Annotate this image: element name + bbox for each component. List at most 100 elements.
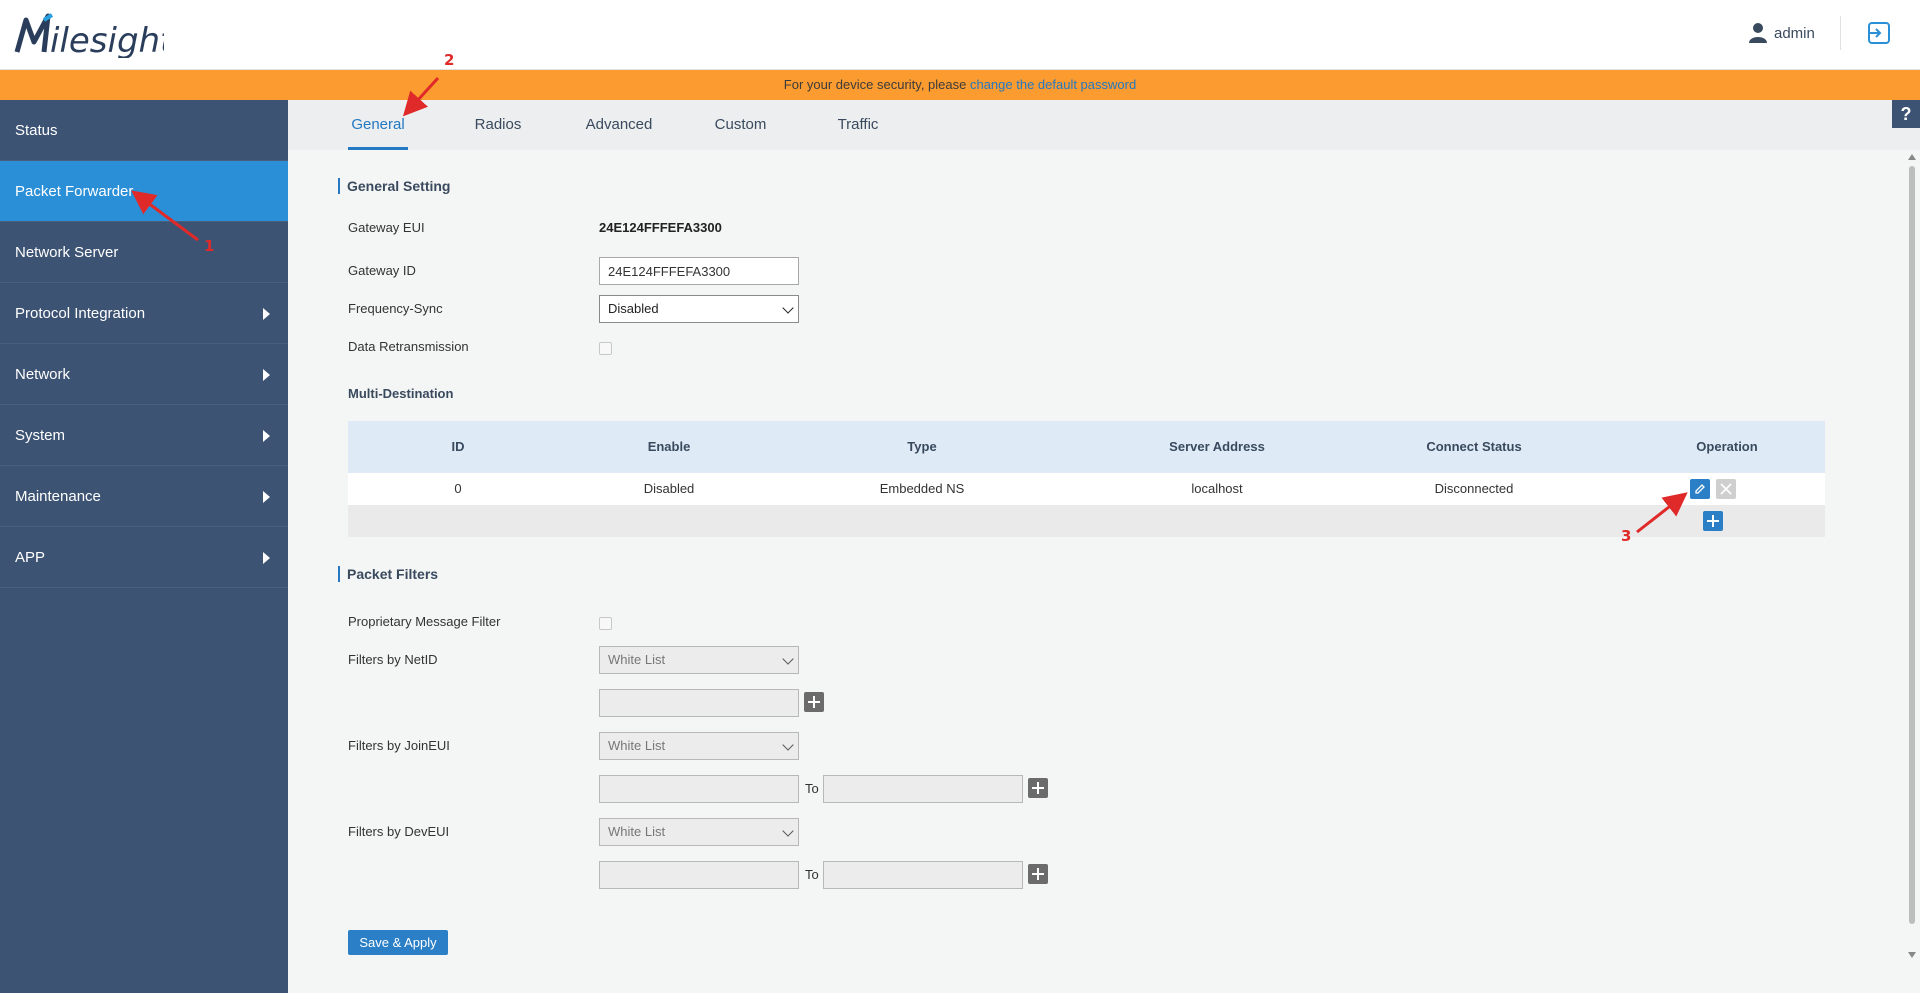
data-retransmission-label: Data Retransmission [348,339,469,354]
column-header-server-address: Server Address [1169,439,1265,454]
security-banner: For your device security, please change … [0,70,1920,100]
banner-text: For your device security, please [783,77,970,92]
column-header-type: Type [907,439,937,454]
close-icon [1720,483,1732,495]
sidebar-item-maintenance[interactable]: Maintenance [0,466,288,527]
add-destination-button[interactable] [1703,511,1723,531]
milesight-logo[interactable]: ilesight [14,8,164,62]
cell-id: 0 [454,481,462,496]
caret-right-icon [263,552,270,564]
sidebar-item-label: APP [15,549,46,566]
chevron-down-icon [782,302,794,314]
table-row: 0 Disabled Embedded NS localhost Disconn… [348,473,1825,505]
change-password-link[interactable]: change the default password [970,77,1136,92]
caret-right-icon [263,430,270,442]
delete-button[interactable] [1716,479,1736,499]
gateway-eui-value: 24E124FFFEFA3300 [599,220,722,235]
chevron-down-icon [782,739,794,751]
main-content [288,150,1904,993]
joineui-to-label: To [805,781,819,796]
help-button[interactable]: ? [1892,100,1920,128]
sidebar-item-label: Status [15,122,58,139]
chevron-down-icon [782,653,794,665]
scroll-up-icon[interactable] [1908,154,1916,160]
proprietary-filter-label: Proprietary Message Filter [348,614,501,629]
gateway-id-input[interactable] [599,257,799,285]
cell-connect-status: Disconnected [1434,481,1514,496]
pencil-icon [1695,484,1705,494]
sidebar-item-status[interactable]: Status [0,100,288,161]
table-header: ID Enable Type Server Address Connect St… [348,421,1825,473]
cell-server-address: localhost [1191,481,1243,496]
add-deveui-button[interactable] [1028,864,1048,884]
sidebar-item-system[interactable]: System [0,405,288,466]
tab-general[interactable]: General [348,100,408,150]
frequency-sync-label: Frequency-Sync [348,301,443,316]
sidebar-item-packet-forwarder[interactable]: Packet Forwarder [0,161,288,222]
deveui-from-input[interactable] [599,861,799,889]
sidebar-item-label: Protocol Integration [15,305,146,322]
packet-filters-title: Packet Filters [338,566,438,582]
joineui-to-input[interactable] [823,775,1023,803]
annotation-number-1: 1 [204,237,215,255]
sidebar-item-label: System [15,427,66,444]
gateway-id-label: Gateway ID [348,263,416,278]
cell-type: Embedded NS [879,481,965,496]
deveui-to-label: To [805,867,819,882]
sidebar-item-label: Packet Forwarder [15,183,134,200]
column-header-operation: Operation [1696,439,1758,454]
tab-bar: General Radios Advanced Custom Traffic [288,100,1920,150]
user-name: admin [1774,24,1815,42]
chevron-down-icon [782,825,794,837]
caret-right-icon [263,491,270,503]
annotation-number-3: 3 [1621,527,1632,545]
sidebar-item-network-server[interactable]: Network Server [0,222,288,283]
column-header-id: ID [451,439,465,454]
sidebar-item-label: Maintenance [15,488,101,505]
add-joineui-button[interactable] [1028,778,1048,798]
caret-right-icon [263,369,270,381]
deveui-to-input[interactable] [823,861,1023,889]
data-retransmission-checkbox[interactable] [599,342,612,355]
gateway-eui-label: Gateway EUI [348,220,425,235]
scroll-down-icon[interactable] [1908,952,1916,958]
netid-filter-label: Filters by NetID [348,652,438,667]
user-icon [1749,23,1767,43]
sidebar-item-label: Network [15,366,71,383]
joineui-filter-value: White List [608,738,666,753]
sidebar-item-network[interactable]: Network [0,344,288,405]
frequency-sync-value: Disabled [608,301,659,316]
tab-traffic[interactable]: Traffic [828,100,888,150]
user-menu[interactable]: admin [1748,22,1815,44]
proprietary-filter-checkbox[interactable] [599,617,612,630]
column-header-connect-status: Connect Status [1426,439,1522,454]
sidebar-item-label: Network Server [15,244,119,261]
frequency-sync-select[interactable]: Disabled [599,295,799,323]
tab-custom[interactable]: Custom [708,100,773,150]
scrollbar-thumb[interactable] [1909,166,1915,924]
caret-right-icon [263,308,270,320]
deveui-filter-label: Filters by DevEUI [348,824,450,839]
general-setting-title: General Setting [338,178,450,194]
sidebar: Status Packet Forwarder Network Server P… [0,100,288,993]
sidebar-item-app[interactable]: APP [0,527,288,588]
logo-mark: ilesight [14,13,164,58]
joineui-filter-label: Filters by JoinEUI [348,738,450,753]
edit-button[interactable] [1690,479,1710,499]
tab-advanced[interactable]: Advanced [579,100,659,150]
netid-input[interactable] [599,689,799,717]
multi-destination-title: Multi-Destination [348,386,454,401]
add-netid-button[interactable] [804,692,824,712]
cell-enable: Disabled [643,481,695,496]
sidebar-item-protocol-integration[interactable]: Protocol Integration [0,283,288,344]
netid-filter-select[interactable]: White List [599,646,799,674]
deveui-filter-select[interactable]: White List [599,818,799,846]
joineui-from-input[interactable] [599,775,799,803]
logout-icon[interactable] [1866,20,1892,46]
multi-destination-table: ID Enable Type Server Address Connect St… [348,421,1825,537]
save-apply-button[interactable]: Save & Apply [348,930,448,955]
tab-radios[interactable]: Radios [468,100,528,150]
joineui-filter-select[interactable]: White List [599,732,799,760]
netid-filter-value: White List [608,652,666,667]
header-divider [1840,16,1841,50]
